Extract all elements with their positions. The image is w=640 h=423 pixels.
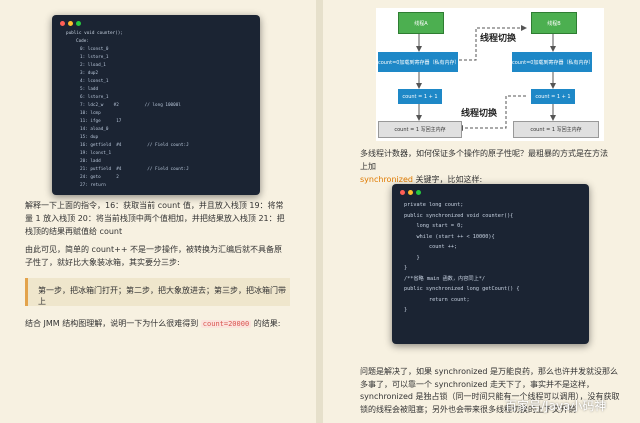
- bytecode-line: 24: goto 2: [80, 175, 119, 180]
- thread-a-box: 线程A: [398, 12, 444, 34]
- java-code-line: /**省略 main 函数，内容同上*/: [404, 275, 486, 282]
- bytecode-line: 7: ldc2_w #2 // long 10000l: [80, 103, 181, 108]
- count-code-inline: count=20000: [200, 320, 252, 328]
- thread-switch-label-bottom: 线程切换: [461, 109, 498, 119]
- java-code-line: return count;: [404, 296, 470, 303]
- watermark: 百家号/Java小码神: [505, 399, 607, 413]
- bytecode-line: 3: dup2: [80, 71, 99, 76]
- java-code-line: }: [404, 265, 408, 271]
- synchronized-intro-paragraph: 多线程计数器，如何保证多个操作的原子性呢？最粗暴的方式是在方法上加 synchr…: [360, 147, 615, 186]
- bytecode-line: 10: lcmp: [80, 111, 101, 116]
- minimize-dot-icon: [68, 21, 73, 26]
- bytecode-line: 11: ifge 17: [80, 119, 122, 124]
- bytecode-body: 0: lconst_0 1: lstore_1 2: lload_1 3: dup2 4…: [80, 46, 189, 190]
- bytecode-line: 2: lload_1: [80, 63, 106, 68]
- bytecode-line: 20: ladd: [80, 159, 101, 164]
- page-gutter: [316, 0, 323, 423]
- jmm-text: 结合 JMM 结构图理解，说明一下为什么很难得到: [25, 319, 199, 328]
- register-b-box: count=0加载到寄存器（私有内存）: [512, 52, 593, 72]
- java-window-controls: [400, 190, 421, 195]
- bytecode-line: 5: ladd: [80, 87, 99, 92]
- synchronized-keyword: synchronized: [360, 175, 413, 184]
- three-steps-quote: 第一步，把冰箱门打开；第二步，把大象放进去；第三步，把冰箱门带上: [25, 278, 290, 306]
- thread-switch-diagram: 线程A 线程B 线程切换 count=0加载到寄存器（私有内存） count=0…: [376, 8, 604, 141]
- java-code-line: public synchronized long getCount() {: [404, 286, 520, 292]
- bytecode-line: 14: aload_0: [80, 127, 109, 132]
- java-code-line: }: [404, 254, 420, 261]
- java-code-line: public synchronized void counter(){: [404, 212, 514, 219]
- jmm-paragraph: 结合 JMM 结构图理解，说明一下为什么很难得到 count=20000 的结果…: [25, 317, 295, 331]
- java-code-line: }: [404, 307, 408, 313]
- java-code-line: private long count;: [404, 202, 464, 208]
- explanation-paragraph: 解释一下上面的指令，16：获取当前 count 值，并且放入栈顶 19：将常量 …: [25, 201, 285, 236]
- jmm-text-end: 的结果:: [253, 319, 281, 328]
- intro-text: 多线程计数器，如何保证多个操作的原子性呢？最粗暴的方式是在方法上加: [360, 149, 608, 171]
- java-code-line: while (start ++ < 10000){: [404, 233, 495, 240]
- thread-switch-label-top: 线程切换: [480, 34, 517, 44]
- maximize-dot-icon: [76, 21, 81, 26]
- bytecode-line: 21: putfield #4 // Field count:J: [80, 167, 189, 172]
- increment-b-box: count = 1 + 1: [531, 89, 575, 104]
- increment-a-box: count = 1 + 1: [398, 89, 442, 104]
- java-code-line: count ++;: [404, 244, 458, 250]
- java-code-line: long start = 0;: [404, 223, 464, 229]
- bytecode-line: 15: dup: [80, 135, 99, 140]
- atomicity-paragraph: 由此可见，简单的 count++ 不是一步操作，被转换为汇编后就不具备原子性了，…: [25, 245, 283, 267]
- bytecode-line: 1: lstore_1: [80, 55, 109, 60]
- java-code-body: private long count; public synchronized v…: [404, 200, 520, 316]
- bytecode-line: 19: lconst_1: [80, 151, 112, 156]
- bytecode-line: 0: lconst_0: [80, 47, 109, 52]
- thread-b-box: 线程B: [531, 12, 577, 34]
- close-dot-icon: [60, 21, 65, 26]
- memory-write-a-box: count = 1 写回主内存: [378, 121, 462, 138]
- minimize-dot-icon: [408, 190, 413, 195]
- bytecode-line: 27: return: [80, 183, 106, 188]
- register-a-box: count=0加载到寄存器（私有内存）: [378, 52, 459, 72]
- window-controls: [60, 21, 81, 26]
- bytecode-code-label: Code:: [76, 39, 89, 44]
- quote-text: 第一步，把冰箱门打开；第二步，把大象放进去；第三步，把冰箱门带上: [38, 286, 286, 306]
- java-code-window: private long count; public synchronized v…: [392, 184, 589, 344]
- memory-write-b-box: count = 1 写回主内存: [513, 121, 599, 138]
- bytecode-line: 6: lstore_1: [80, 95, 109, 100]
- close-dot-icon: [400, 190, 405, 195]
- bytecode-line: 4: lconst_1: [80, 79, 109, 84]
- bytecode-line: 16: getfield #4 // Field count:J: [80, 143, 189, 148]
- bytecode-header: public void counter();: [66, 31, 123, 36]
- intro-text-end: 关键字，比如这样:: [415, 175, 483, 184]
- bytecode-window: public void counter(); Code: 0: lconst_0…: [52, 15, 260, 195]
- maximize-dot-icon: [416, 190, 421, 195]
